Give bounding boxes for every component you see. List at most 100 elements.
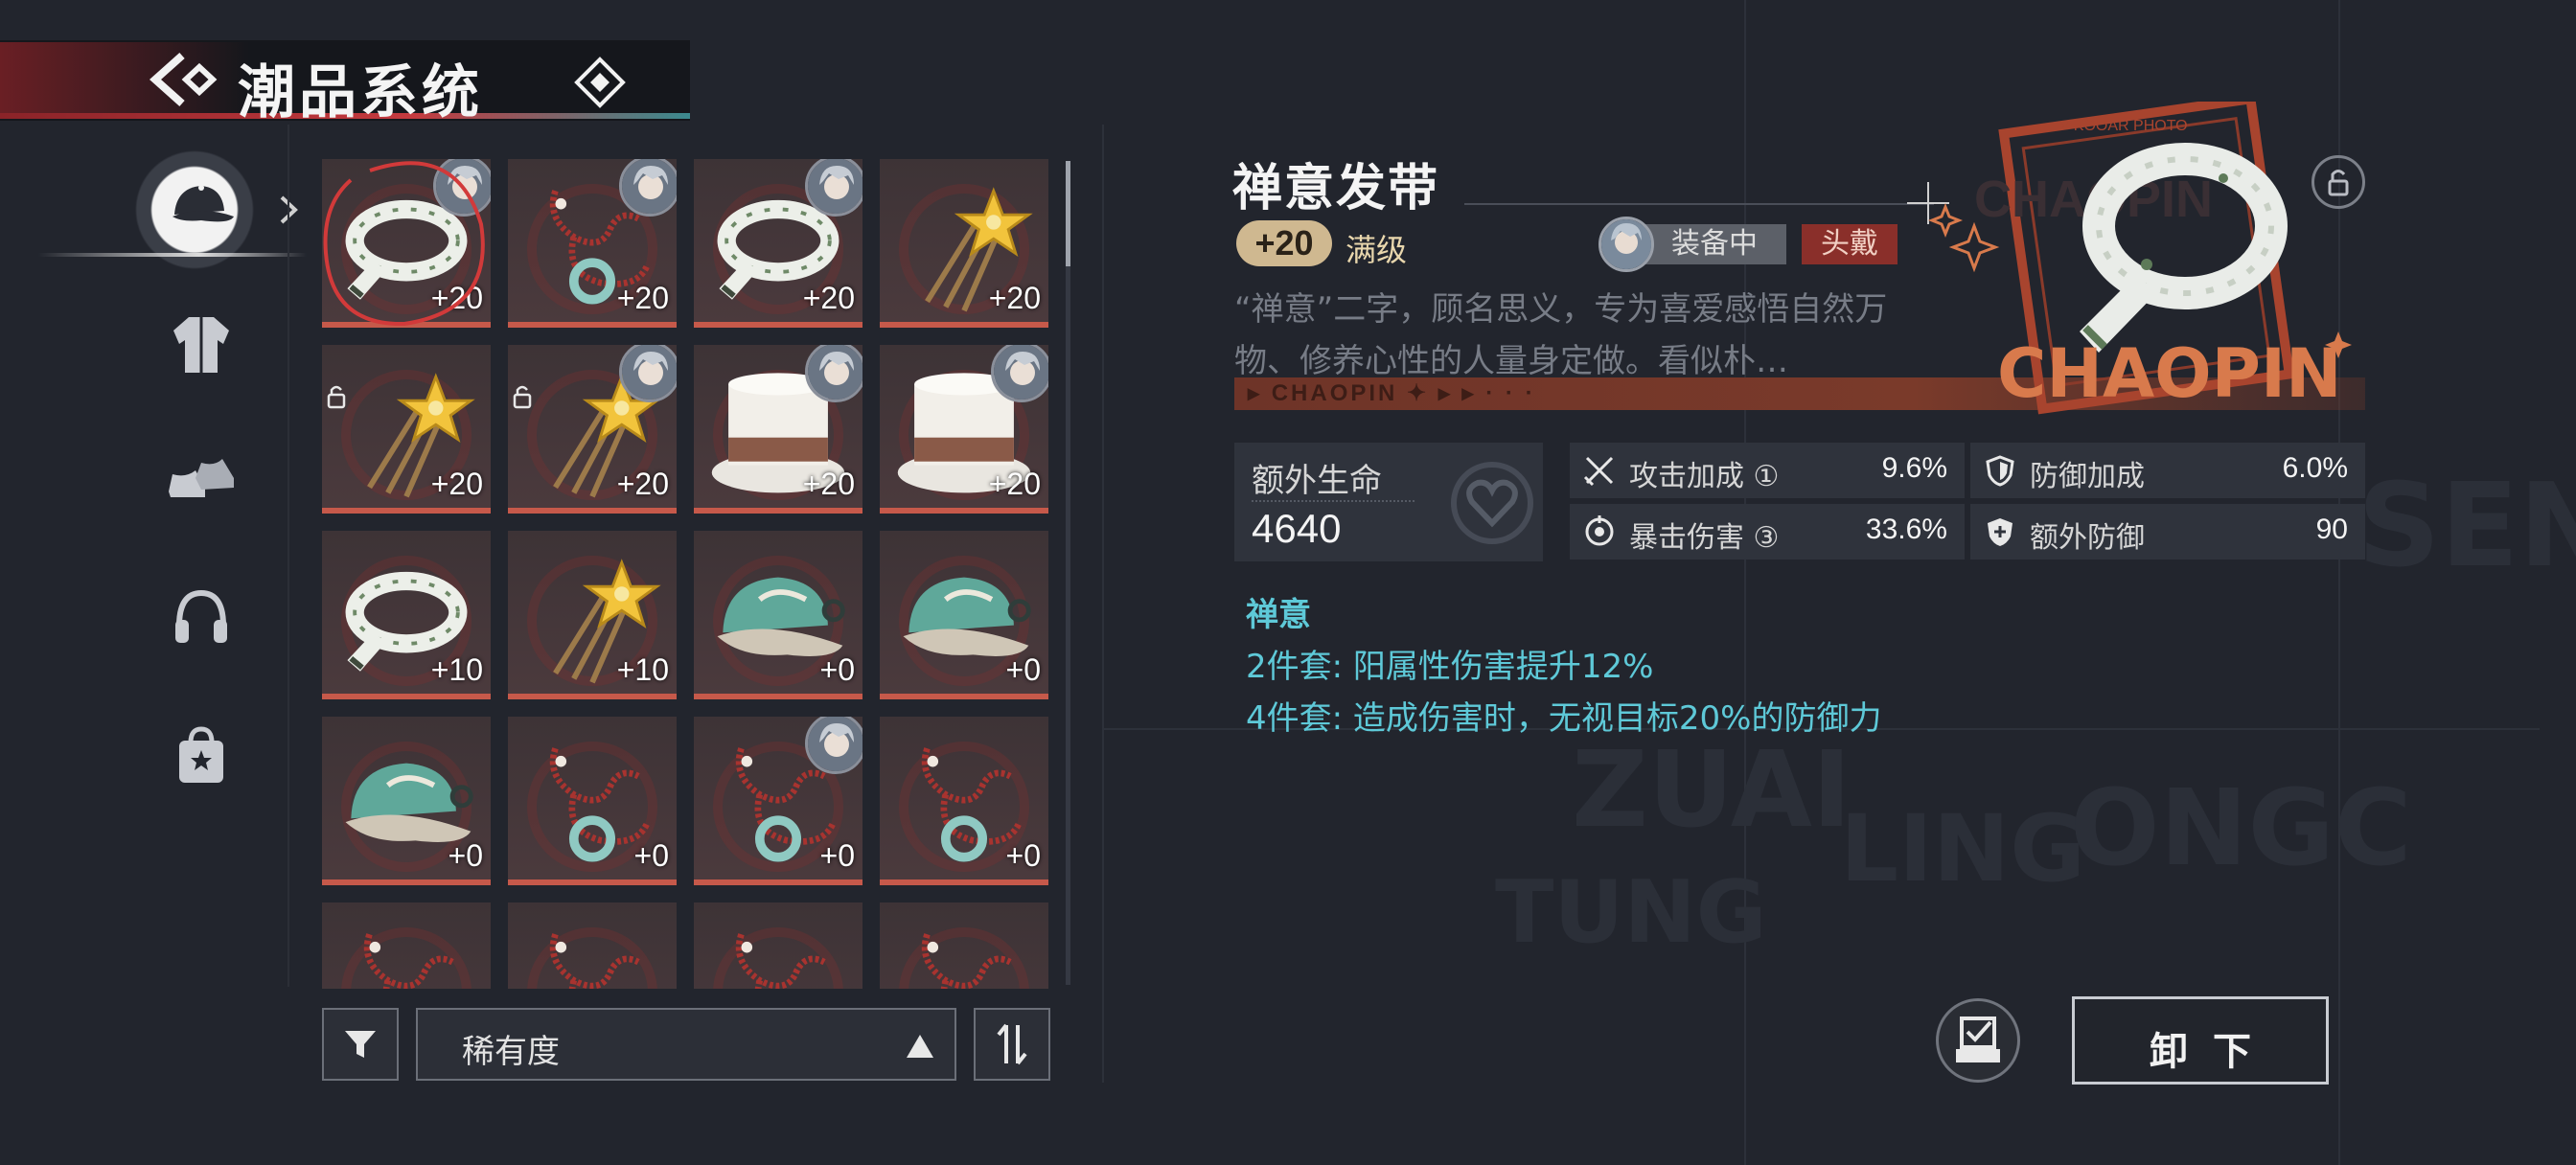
item-slot[interactable]: +0 [694, 717, 862, 885]
back-button[interactable] [144, 48, 220, 111]
item-slot[interactable]: +0 [694, 531, 862, 699]
set-effect-2pc: 2件套: 阳属性伤害提升12% [1246, 648, 1654, 686]
category-clothing[interactable] [153, 297, 249, 393]
item-level: +0 [819, 652, 855, 687]
cord-charm-icon [363, 933, 454, 989]
preview-button[interactable] [1936, 998, 2020, 1083]
item-level: +20 [616, 467, 669, 501]
main-stat-panel: 额外生命 4640 [1234, 443, 1543, 561]
lock-toggle-button[interactable] [2312, 155, 2365, 209]
main-stat-divider [1252, 500, 1414, 502]
art-brand-text: CHAOPIN [1997, 334, 2342, 413]
filter-icon [345, 1031, 376, 1058]
item-slot[interactable]: +0 [322, 717, 491, 885]
selection-ring [323, 161, 485, 327]
page-title: 潮品系统 [238, 59, 483, 126]
sort-dropdown[interactable]: 稀有度 [416, 1008, 956, 1081]
stat-value: 33.6% [1865, 514, 1947, 545]
category-shoes[interactable] [153, 435, 249, 531]
brand-banner-text: ▸ CHAOPIN ✦ ▸ ▸ · · · [1248, 380, 1536, 406]
stat-label: 额外防御 [2030, 521, 2145, 555]
stat-value: 90 [2315, 514, 2348, 545]
item-level: +0 [1005, 838, 1041, 873]
character-portrait-icon [1601, 219, 1651, 269]
sort-order-icon [997, 1023, 1027, 1065]
padlock-icon [513, 385, 532, 409]
item-name: 禅意发带 [1232, 159, 1440, 217]
stat-row: 攻击加成 ① 9.6% [1570, 443, 1965, 498]
sort-order-button[interactable] [974, 1008, 1050, 1081]
triangle-up-icon [907, 1035, 933, 1058]
unequip-button-label: 卸下 [2150, 1030, 2276, 1074]
category-bags[interactable] [153, 707, 249, 803]
character-portrait-icon [622, 345, 677, 400]
item-level: +0 [633, 838, 669, 873]
item-slot[interactable]: +10 [508, 531, 677, 699]
item-level: +20 [802, 467, 855, 501]
item-level: +20 [988, 467, 1041, 501]
character-portrait-icon [808, 345, 862, 400]
equipped-character-avatar [805, 345, 862, 402]
item-slot[interactable] [694, 902, 862, 989]
stat-label: 防御加成 [2030, 460, 2145, 493]
character-portrait-icon [994, 345, 1048, 400]
category-headphones[interactable] [153, 569, 249, 665]
character-portrait-icon [808, 159, 862, 214]
stat-row: 暴击伤害 ③ 33.6% [1570, 504, 1965, 560]
stat-value: 9.6% [1881, 452, 1947, 484]
item-level: +10 [616, 652, 669, 687]
sneakers-icon [169, 459, 234, 497]
item-slot[interactable]: +10 [322, 531, 491, 699]
item-level: +0 [1005, 652, 1041, 687]
shield-icon [1986, 455, 2014, 487]
item-slot[interactable]: +20 [694, 159, 862, 328]
sidebar-divider [288, 125, 289, 987]
unequip-button[interactable]: 卸下 [2072, 996, 2329, 1085]
grid-scrollbar[interactable] [1066, 161, 1070, 985]
cord-charm-icon [549, 933, 640, 989]
stat-label: 暴击伤害 ③ [1629, 521, 1780, 555]
item-slot[interactable]: +20 [508, 345, 677, 514]
item-slot[interactable]: +20 [322, 345, 491, 514]
item-slot[interactable] [322, 902, 491, 989]
item-grid: +20 +20 +20 +20 +20 +20 +20 +20 +10 +10 +0 +0 +0 +0 +0… [322, 159, 1050, 989]
character-portrait-icon [808, 717, 862, 771]
item-slot[interactable]: +0 [880, 717, 1048, 885]
item-level: +20 [616, 281, 669, 315]
item-artwork: × KOOAR PHOTO CHAOPIN CHAOPIN [1927, 102, 2352, 415]
active-category-underline [38, 253, 307, 257]
item-name-divider [1464, 203, 1934, 205]
set-effect-4pc: 4件套: 造成伤害时，无视目标20%的防御力 [1246, 699, 1882, 738]
set-name: 禅意 [1246, 596, 1311, 634]
item-level: +0 [819, 838, 855, 873]
item-level: +0 [448, 838, 483, 873]
stat-row: 防御加成 6.0% [1970, 443, 2365, 498]
item-slot[interactable] [508, 902, 677, 989]
info-button[interactable] [573, 56, 627, 109]
slot-tag: 头戴 [1802, 224, 1898, 264]
main-stat-label: 额外生命 [1252, 462, 1382, 500]
category-sidebar [38, 148, 307, 824]
main-stat-value: 4640 [1252, 506, 1342, 551]
filter-button[interactable] [322, 1008, 399, 1081]
headphones-icon [175, 589, 227, 643]
item-slot[interactable]: +20 [880, 345, 1048, 514]
item-slot[interactable]: +20 [880, 159, 1048, 328]
padlock-icon [327, 385, 346, 409]
padlock-icon [2328, 170, 2349, 196]
equipped-character-avatar [805, 717, 862, 774]
item-slot[interactable]: +0 [508, 717, 677, 885]
item-slot[interactable]: +20 [508, 159, 677, 328]
cord-charm-icon [735, 933, 826, 989]
equipped-character-avatar [619, 345, 677, 402]
scrollbar-thumb[interactable] [1066, 161, 1070, 266]
shield-plus-icon [1988, 518, 2012, 546]
item-level: +20 [802, 281, 855, 315]
category-headwear[interactable] [153, 157, 249, 253]
checkbox-tray-icon [1956, 1017, 2000, 1062]
item-slot[interactable]: +0 [880, 531, 1048, 699]
item-slot[interactable]: +20 [694, 345, 862, 514]
item-slot[interactable] [880, 902, 1048, 989]
max-level-label: 满级 [1346, 232, 1408, 268]
crit-target-icon [1585, 515, 1614, 546]
